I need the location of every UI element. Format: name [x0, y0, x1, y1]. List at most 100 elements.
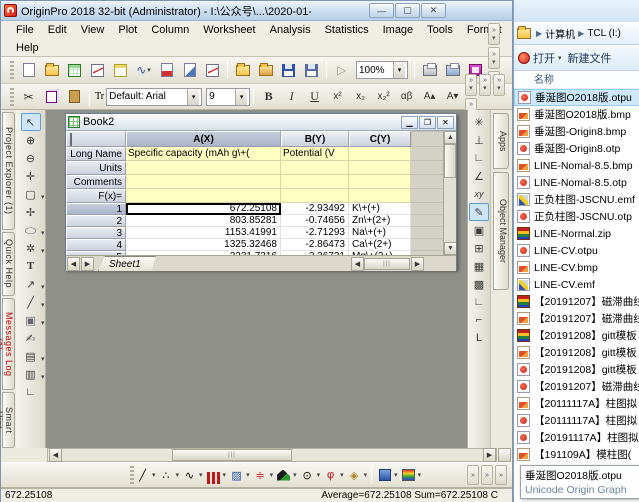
- row-header[interactable]: 4: [66, 239, 126, 251]
- surface-plot-button[interactable]: ▾: [400, 467, 422, 484]
- text-tool[interactable]: T: [21, 257, 41, 275]
- scroll-right-icon[interactable]: ▶: [483, 448, 496, 462]
- row-header[interactable]: 3: [66, 227, 126, 239]
- toolbar-overflow-button[interactable]: »▾: [488, 47, 500, 69]
- list-item[interactable]: 【20191207】磁滞曲线: [514, 310, 639, 327]
- units-a[interactable]: [126, 161, 281, 175]
- cut-button[interactable]: ✂: [18, 87, 39, 107]
- cell-c4[interactable]: Ca\+(2+): [349, 239, 411, 251]
- column-header-a[interactable]: A(X): [126, 131, 281, 147]
- menu-analysis[interactable]: Analysis: [263, 22, 318, 38]
- scrollbar-thumb[interactable]: |||: [172, 449, 292, 461]
- list-item[interactable]: 【20191207】磁滞曲线: [514, 378, 639, 395]
- cell-a5[interactable]: 2231.7316: [126, 251, 281, 255]
- row-header[interactable]: 1: [66, 203, 126, 215]
- toolbar-overflow-button[interactable]: »▾: [488, 23, 500, 45]
- list-item[interactable]: LINE-Normal.zip: [514, 225, 639, 242]
- list-item[interactable]: 垂涎图-Origin8.otp: [514, 140, 639, 157]
- fx-c[interactable]: [349, 189, 411, 203]
- row-label[interactable]: Units: [66, 161, 126, 175]
- toolbar-overflow-button[interactable]: »▾: [493, 74, 505, 96]
- font-size-combobox[interactable]: 9 ▾: [206, 88, 250, 106]
- rectangle-tool[interactable]: ▣▾: [21, 311, 41, 329]
- fx-b[interactable]: [281, 189, 349, 203]
- axis-scale-tool[interactable]: ⊥: [469, 131, 489, 149]
- cell-a3[interactable]: 1153.41991: [126, 227, 281, 239]
- font-combobox[interactable]: Default: Arial ▾: [106, 88, 202, 106]
- layer-tool[interactable]: ∟: [21, 383, 41, 401]
- toolbar-overflow-button[interactable]: »: [467, 465, 479, 485]
- sheet-next-icon[interactable]: ▶: [81, 257, 94, 271]
- save-project-button[interactable]: [278, 60, 299, 80]
- axis-angle-tool[interactable]: ∠: [469, 167, 489, 185]
- breadcrumb-drive[interactable]: TCL (I:): [587, 28, 621, 39]
- scroll-left-icon[interactable]: ◀: [49, 448, 62, 462]
- left-axis-tool[interactable]: L: [469, 329, 489, 347]
- close-button[interactable]: ✕: [421, 3, 446, 18]
- scrollbar-thumb[interactable]: |||: [364, 258, 410, 270]
- pan-tool[interactable]: ✛: [21, 167, 41, 185]
- list-item[interactable]: LINE-CV.otpu: [514, 242, 639, 259]
- bottom-axis-tool[interactable]: ∟: [469, 293, 489, 311]
- new-graph-button[interactable]: [87, 60, 108, 80]
- zoom-out-tool[interactable]: ⊖: [21, 149, 41, 167]
- subsuperscript-button[interactable]: x₂²: [373, 87, 394, 107]
- digitizer-tool[interactable]: ✎: [469, 203, 489, 221]
- worksheet-vertical-scrollbar[interactable]: ▲ ▼: [443, 131, 456, 255]
- book-minimize-button[interactable]: ▁: [401, 116, 418, 129]
- line-symbol-plot-button[interactable]: ∿▾: [181, 467, 203, 484]
- list-item[interactable]: LINE-Nomal-8.5.otp: [514, 174, 639, 191]
- paste-button[interactable]: [64, 87, 85, 107]
- line-plot-button[interactable]: ╱▾: [134, 467, 156, 484]
- area-plot-button[interactable]: ▾: [275, 467, 297, 484]
- list-item[interactable]: 【20111117A】柱图拟: [514, 395, 639, 412]
- menu-plot[interactable]: Plot: [111, 22, 144, 38]
- ellipse-tool[interactable]: ◯▾: [21, 221, 41, 239]
- cell-b3[interactable]: -2.71293: [281, 227, 349, 239]
- import-button[interactable]: [156, 60, 177, 80]
- hand-tool[interactable]: ✍: [21, 329, 41, 347]
- greek-button[interactable]: αβ: [396, 87, 417, 107]
- workspace-horizontal-scrollbar[interactable]: ◀ ||| ▶: [47, 448, 497, 462]
- worksheet-horizontal-scrollbar[interactable]: ◀ ||| ▶: [350, 257, 442, 270]
- book-close-button[interactable]: ✕: [437, 116, 454, 129]
- scroll-up-icon[interactable]: ▲: [444, 131, 456, 144]
- box-plot-button[interactable]: ≑▾: [252, 467, 274, 484]
- list-item[interactable]: 垂涎图O2018版.otpu: [514, 89, 639, 106]
- cell-a1[interactable]: 672.25108: [126, 203, 281, 215]
- list-item[interactable]: LINE-CV.emf: [514, 276, 639, 293]
- menu-help[interactable]: Help: [9, 40, 46, 56]
- list-item[interactable]: 【20191207】磁滞曲线: [514, 293, 639, 310]
- plot-template-dropdown[interactable]: ∿▾: [133, 60, 154, 80]
- tab-smart-hint[interactable]: Smart Hint: [2, 392, 15, 448]
- row-label[interactable]: Comments: [66, 175, 126, 189]
- sheet-prev-icon[interactable]: ◀: [67, 257, 80, 271]
- menu-worksheet[interactable]: Worksheet: [196, 22, 262, 38]
- row-label[interactable]: Long Name: [66, 147, 126, 161]
- subscript-button[interactable]: x₂: [350, 87, 371, 107]
- long-name-b[interactable]: Potential (V: [281, 147, 349, 161]
- pointer-tool[interactable]: ↖: [21, 113, 41, 131]
- cell-b5[interactable]: -2.36731: [281, 251, 349, 255]
- save-template-button[interactable]: [301, 60, 322, 80]
- cell-b1[interactable]: -2.93492: [281, 203, 349, 215]
- import-wizard-button[interactable]: [179, 60, 200, 80]
- scroll-left-icon[interactable]: ◀: [351, 257, 364, 271]
- cell-b2[interactable]: -0.74656: [281, 215, 349, 227]
- mask-tool[interactable]: ▢▾: [21, 185, 41, 203]
- title-bar[interactable]: OriginPro 2018 32-bit (Administrator) - …: [1, 1, 512, 21]
- tab-project-explorer[interactable]: Project Explorer (1): [2, 112, 15, 230]
- new-project-button[interactable]: [18, 60, 39, 80]
- row-label[interactable]: F(x)=: [66, 189, 126, 203]
- zoom-in-tool[interactable]: ⊕: [21, 131, 41, 149]
- list-item[interactable]: LINE-CV.bmp: [514, 259, 639, 276]
- print-button[interactable]: [419, 60, 440, 80]
- template-plot-button[interactable]: ▨▾: [228, 467, 250, 484]
- toolbar-grip[interactable]: [10, 61, 14, 79]
- row-header[interactable]: 2: [66, 215, 126, 227]
- top-axis-tool[interactable]: ⌐: [469, 311, 489, 329]
- tab-messages-log[interactable]: Messages Log (1): [2, 298, 15, 390]
- explorer-titlebar[interactable]: [514, 0, 639, 22]
- new-workbook-button[interactable]: [64, 60, 85, 80]
- tab-object-manager[interactable]: Object Manager: [493, 172, 509, 290]
